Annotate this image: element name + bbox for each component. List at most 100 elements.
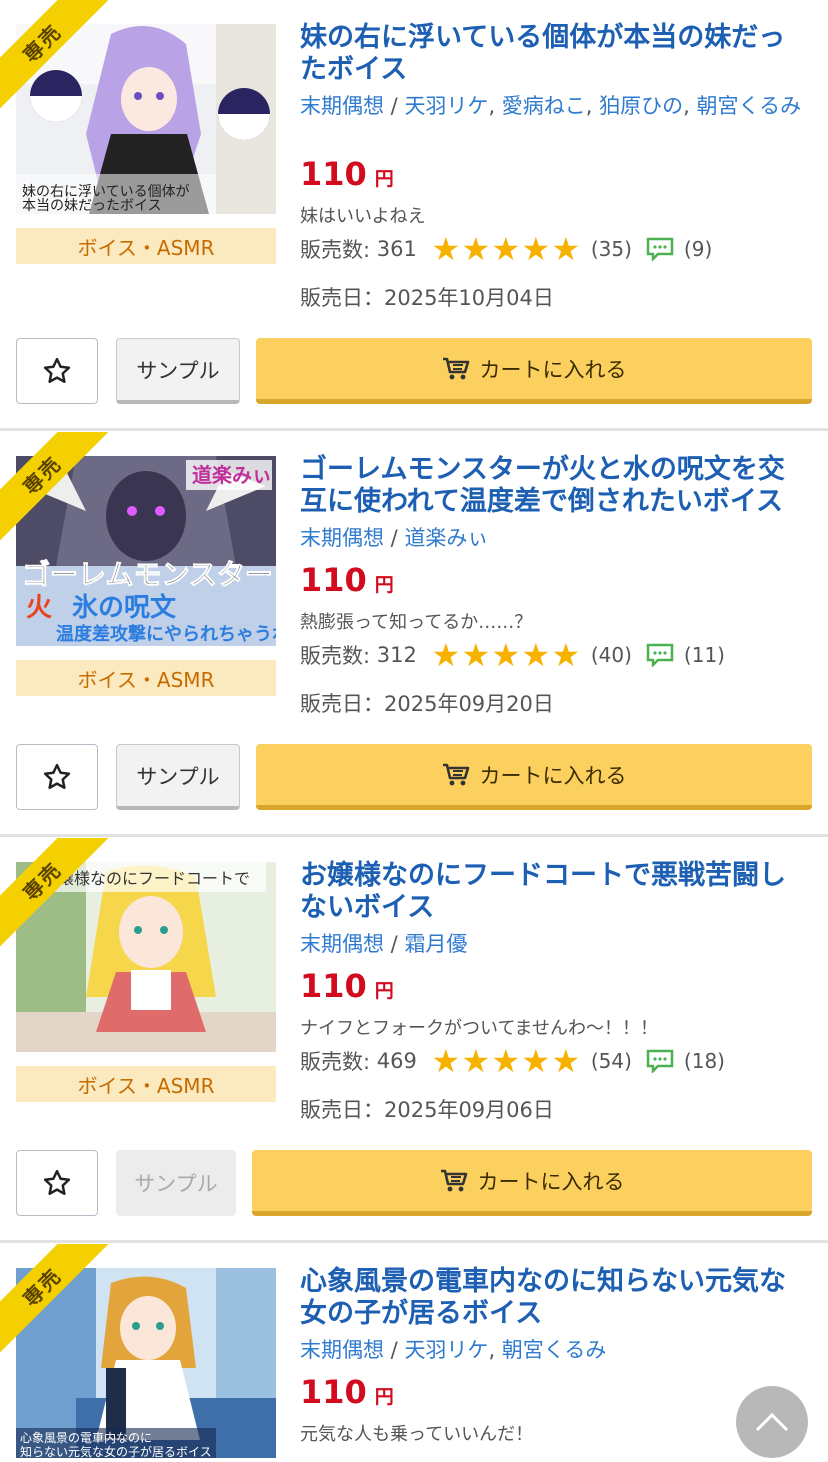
sample-button[interactable]: サンプル <box>116 744 240 810</box>
cart-label: カートに入れる <box>479 763 627 788</box>
cast-link[interactable]: 霜月優 <box>404 932 467 956</box>
rating-count: (40) <box>590 643 632 667</box>
cast-link[interactable]: 天羽リケ <box>404 1338 488 1362</box>
rating-stars: ★ ★ ★ ★ ★ <box>431 1042 581 1080</box>
review-link[interactable]: (9) <box>646 237 712 261</box>
product-authors: 末期偶想 / 天羽リケ, 朝宮くるみ <box>300 1338 607 1362</box>
circle-link[interactable]: 末期偶想 <box>300 94 384 118</box>
review-count: (11) <box>683 643 725 667</box>
date-label: 販売日： <box>300 1098 384 1122</box>
favorite-button[interactable] <box>16 1150 98 1216</box>
star-icon: ★ <box>521 636 551 674</box>
product-description: 熱膨張って知ってるか……？ <box>300 612 533 633</box>
add-to-cart-button[interactable]: カートに入れる <box>256 744 812 810</box>
sample-button[interactable]: サンプル <box>116 338 240 404</box>
star-icon: ★ <box>521 230 551 268</box>
genre-tag[interactable]: ボイス・ASMR <box>16 660 276 696</box>
product-authors: 末期偶想 / 霜月優 <box>300 932 468 956</box>
currency: 円 <box>374 574 394 596</box>
star-icon: ★ <box>461 230 491 268</box>
svg-text:道楽みぃ: 道楽みぃ <box>192 463 272 487</box>
release-date: 販売日：2025年09月20日 <box>300 688 554 718</box>
sample-button-disabled: サンプル <box>116 1150 236 1216</box>
exclusive-badge: 専売 <box>0 838 110 948</box>
rating-stars: ★ ★ ★ ★ ★ <box>431 636 581 674</box>
product-title[interactable]: 心象風景の電車内なのに知らない元気な女の子が居るボイス <box>300 1266 810 1330</box>
cast-link[interactable]: 愛病ねこ <box>502 94 586 118</box>
star-outline-icon <box>43 1169 71 1195</box>
star-icon: ★ <box>431 1042 461 1080</box>
review-count: (9) <box>683 237 713 261</box>
product-description: ナイフとフォークがついてませんわ〜！！！ <box>300 1018 659 1039</box>
cart-label: カートに入れる <box>477 1169 625 1194</box>
currency: 円 <box>374 980 394 1002</box>
cast-link[interactable]: 道楽みぃ <box>404 526 488 550</box>
product-title[interactable]: 妹の右に浮いている個体が本当の妹だったボイス <box>300 22 810 86</box>
date-value: 2025年10月04日 <box>384 286 554 310</box>
release-date: 販売日：2025年10月04日 <box>300 282 554 312</box>
sales-label: 販売数: <box>300 238 371 262</box>
star-icon: ★ <box>431 230 461 268</box>
star-icon: ★ <box>491 636 521 674</box>
sales-count: 312 <box>376 643 417 667</box>
price: 110 円 <box>300 155 394 193</box>
product-title[interactable]: お嬢様なのにフードコートで悪戦苦闘しないボイス <box>300 860 810 924</box>
star-icon: ★ <box>461 1042 491 1080</box>
rating-count: (35) <box>590 237 632 261</box>
price-value: 110 <box>300 1373 367 1411</box>
star-outline-icon <box>43 763 71 789</box>
svg-text:温度差攻撃にやられちゃうボイス: 温度差攻撃にやられちゃうボイス <box>56 623 276 645</box>
add-to-cart-button[interactable]: カートに入れる <box>252 1150 812 1216</box>
release-date: 販売日：2025年09月06日 <box>300 1094 554 1124</box>
exclusive-badge-label: 専売 <box>18 1263 67 1312</box>
rating-stars: ★ ★ ★ ★ ★ <box>431 230 581 268</box>
cast-link[interactable]: 天羽リケ <box>404 94 488 118</box>
price: 110 円 <box>300 1373 394 1411</box>
cast-link[interactable]: 朝宮くるみ <box>502 1338 607 1362</box>
circle-link[interactable]: 末期偶想 <box>300 526 384 550</box>
cart-icon <box>442 763 469 785</box>
sales-label: 販売数: <box>300 644 371 668</box>
favorite-button[interactable] <box>16 744 98 810</box>
product-stats: 販売数: 469 ★ ★ ★ ★ ★ (54) (18) <box>300 1042 820 1080</box>
chevron-up-icon <box>755 1412 789 1432</box>
date-value: 2025年09月20日 <box>384 692 554 716</box>
date-value: 2025年09月06日 <box>384 1098 554 1122</box>
star-icon: ★ <box>521 1042 551 1080</box>
star-icon: ★ <box>551 1042 581 1080</box>
svg-text:本当の妹だったボイス: 本当の妹だったボイス <box>22 198 162 214</box>
star-icon: ★ <box>551 230 581 268</box>
product-title[interactable]: ゴーレムモンスターが火と水の呪文を交互に使われて温度差で倒されたいボイス <box>300 454 810 518</box>
product-authors: 末期偶想 / 道楽みぃ <box>300 526 489 550</box>
date-label: 販売日： <box>300 692 384 716</box>
genre-tag[interactable]: ボイス・ASMR <box>16 228 276 264</box>
svg-text:知らない元気な女の子が居るボイス: 知らない元気な女の子が居るボイス <box>20 1444 212 1458</box>
item-divider <box>0 1240 828 1243</box>
date-label: 販売日： <box>300 286 384 310</box>
circle-link[interactable]: 末期偶想 <box>300 932 384 956</box>
genre-tag[interactable]: ボイス・ASMR <box>16 1066 276 1102</box>
review-link[interactable]: (11) <box>646 643 725 667</box>
svg-text:ゴーレムモンスター: ゴーレムモンスター <box>22 558 273 591</box>
review-link[interactable]: (18) <box>646 1049 725 1073</box>
price: 110 円 <box>300 561 394 599</box>
back-to-top-button[interactable] <box>736 1386 808 1458</box>
price-value: 110 <box>300 561 367 599</box>
add-to-cart-button[interactable]: カートに入れる <box>256 338 812 404</box>
item-divider <box>0 428 828 431</box>
cast-link[interactable]: 狛原ひの <box>599 94 683 118</box>
exclusive-badge-label: 専売 <box>18 857 67 906</box>
item-divider <box>0 834 828 837</box>
comment-icon <box>646 643 674 667</box>
cart-icon <box>442 357 469 379</box>
favorite-button[interactable] <box>16 338 98 404</box>
cart-label: カートに入れる <box>479 357 627 382</box>
sales-label: 販売数: <box>300 1050 371 1074</box>
currency: 円 <box>374 168 394 190</box>
circle-link[interactable]: 末期偶想 <box>300 1338 384 1362</box>
cast-link[interactable]: 朝宮くるみ <box>697 94 802 118</box>
comment-icon <box>646 1049 674 1073</box>
product-item: お嬢様なのにフードコートで 専売 ボイス・ASMR お嬢様なのにフードコートで悪… <box>0 838 828 1242</box>
review-count: (18) <box>683 1049 725 1073</box>
price-value: 110 <box>300 967 367 1005</box>
